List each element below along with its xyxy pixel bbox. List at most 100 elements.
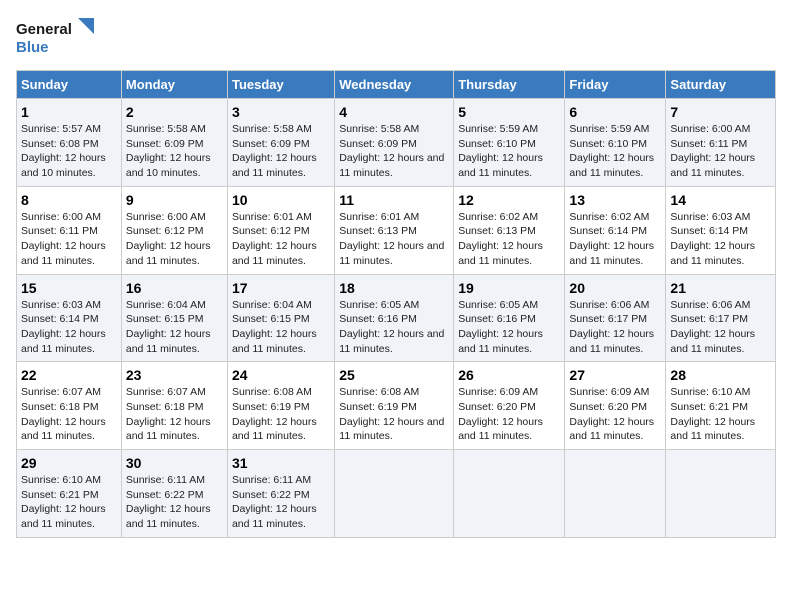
day-number: 12	[458, 192, 560, 208]
logo-svg: General Blue	[16, 16, 96, 60]
day-info: Sunrise: 6:01 AMSunset: 6:13 PMDaylight:…	[339, 211, 444, 267]
day-number: 16	[126, 280, 223, 296]
calendar-day-cell: 22 Sunrise: 6:07 AMSunset: 6:18 PMDaylig…	[17, 362, 122, 450]
calendar-day-cell	[666, 450, 776, 538]
day-number: 10	[232, 192, 330, 208]
calendar-day-cell: 10 Sunrise: 6:01 AMSunset: 6:12 PMDaylig…	[227, 186, 334, 274]
day-info: Sunrise: 5:58 AMSunset: 6:09 PMDaylight:…	[126, 123, 211, 179]
calendar-day-cell	[454, 450, 565, 538]
day-info: Sunrise: 6:11 AMSunset: 6:22 PMDaylight:…	[126, 474, 211, 530]
day-info: Sunrise: 6:07 AMSunset: 6:18 PMDaylight:…	[126, 386, 211, 442]
calendar-table: SundayMondayTuesdayWednesdayThursdayFrid…	[16, 70, 776, 538]
weekday-header-cell: Thursday	[454, 71, 565, 99]
day-info: Sunrise: 6:08 AMSunset: 6:19 PMDaylight:…	[232, 386, 317, 442]
day-number: 31	[232, 455, 330, 471]
weekday-header-cell: Friday	[565, 71, 666, 99]
day-info: Sunrise: 6:00 AMSunset: 6:11 PMDaylight:…	[670, 123, 755, 179]
calendar-day-cell: 27 Sunrise: 6:09 AMSunset: 6:20 PMDaylig…	[565, 362, 666, 450]
day-info: Sunrise: 6:08 AMSunset: 6:19 PMDaylight:…	[339, 386, 444, 442]
header: General Blue	[16, 16, 776, 60]
calendar-week-row: 8 Sunrise: 6:00 AMSunset: 6:11 PMDayligh…	[17, 186, 776, 274]
calendar-week-row: 29 Sunrise: 6:10 AMSunset: 6:21 PMDaylig…	[17, 450, 776, 538]
day-info: Sunrise: 6:10 AMSunset: 6:21 PMDaylight:…	[21, 474, 106, 530]
calendar-day-cell: 14 Sunrise: 6:03 AMSunset: 6:14 PMDaylig…	[666, 186, 776, 274]
day-number: 28	[670, 367, 771, 383]
calendar-day-cell: 1 Sunrise: 5:57 AMSunset: 6:08 PMDayligh…	[17, 99, 122, 187]
day-info: Sunrise: 6:03 AMSunset: 6:14 PMDaylight:…	[21, 299, 106, 355]
calendar-day-cell: 13 Sunrise: 6:02 AMSunset: 6:14 PMDaylig…	[565, 186, 666, 274]
day-number: 9	[126, 192, 223, 208]
weekday-header-cell: Wednesday	[335, 71, 454, 99]
day-number: 23	[126, 367, 223, 383]
day-number: 15	[21, 280, 117, 296]
day-number: 19	[458, 280, 560, 296]
calendar-day-cell: 5 Sunrise: 5:59 AMSunset: 6:10 PMDayligh…	[454, 99, 565, 187]
day-number: 22	[21, 367, 117, 383]
weekday-header-cell: Sunday	[17, 71, 122, 99]
day-number: 29	[21, 455, 117, 471]
day-info: Sunrise: 5:59 AMSunset: 6:10 PMDaylight:…	[458, 123, 543, 179]
day-info: Sunrise: 6:00 AMSunset: 6:11 PMDaylight:…	[21, 211, 106, 267]
calendar-day-cell: 21 Sunrise: 6:06 AMSunset: 6:17 PMDaylig…	[666, 274, 776, 362]
calendar-body: 1 Sunrise: 5:57 AMSunset: 6:08 PMDayligh…	[17, 99, 776, 538]
calendar-day-cell: 3 Sunrise: 5:58 AMSunset: 6:09 PMDayligh…	[227, 99, 334, 187]
weekday-header-cell: Monday	[121, 71, 227, 99]
day-info: Sunrise: 6:10 AMSunset: 6:21 PMDaylight:…	[670, 386, 755, 442]
day-info: Sunrise: 6:06 AMSunset: 6:17 PMDaylight:…	[670, 299, 755, 355]
weekday-header-cell: Saturday	[666, 71, 776, 99]
day-number: 2	[126, 104, 223, 120]
day-info: Sunrise: 6:04 AMSunset: 6:15 PMDaylight:…	[232, 299, 317, 355]
day-info: Sunrise: 6:02 AMSunset: 6:13 PMDaylight:…	[458, 211, 543, 267]
calendar-week-row: 22 Sunrise: 6:07 AMSunset: 6:18 PMDaylig…	[17, 362, 776, 450]
calendar-week-row: 1 Sunrise: 5:57 AMSunset: 6:08 PMDayligh…	[17, 99, 776, 187]
calendar-day-cell: 29 Sunrise: 6:10 AMSunset: 6:21 PMDaylig…	[17, 450, 122, 538]
day-info: Sunrise: 5:58 AMSunset: 6:09 PMDaylight:…	[232, 123, 317, 179]
day-number: 18	[339, 280, 449, 296]
day-number: 24	[232, 367, 330, 383]
day-number: 27	[569, 367, 661, 383]
day-number: 26	[458, 367, 560, 383]
weekday-header-cell: Tuesday	[227, 71, 334, 99]
logo: General Blue	[16, 16, 96, 60]
day-info: Sunrise: 6:01 AMSunset: 6:12 PMDaylight:…	[232, 211, 317, 267]
day-number: 17	[232, 280, 330, 296]
day-number: 4	[339, 104, 449, 120]
day-number: 6	[569, 104, 661, 120]
calendar-day-cell: 8 Sunrise: 6:00 AMSunset: 6:11 PMDayligh…	[17, 186, 122, 274]
calendar-day-cell: 12 Sunrise: 6:02 AMSunset: 6:13 PMDaylig…	[454, 186, 565, 274]
calendar-day-cell: 20 Sunrise: 6:06 AMSunset: 6:17 PMDaylig…	[565, 274, 666, 362]
day-number: 20	[569, 280, 661, 296]
day-number: 30	[126, 455, 223, 471]
calendar-day-cell: 6 Sunrise: 5:59 AMSunset: 6:10 PMDayligh…	[565, 99, 666, 187]
calendar-day-cell: 16 Sunrise: 6:04 AMSunset: 6:15 PMDaylig…	[121, 274, 227, 362]
svg-text:Blue: Blue	[16, 39, 49, 56]
calendar-day-cell: 28 Sunrise: 6:10 AMSunset: 6:21 PMDaylig…	[666, 362, 776, 450]
day-info: Sunrise: 5:59 AMSunset: 6:10 PMDaylight:…	[569, 123, 654, 179]
day-info: Sunrise: 6:03 AMSunset: 6:14 PMDaylight:…	[670, 211, 755, 267]
calendar-day-cell: 9 Sunrise: 6:00 AMSunset: 6:12 PMDayligh…	[121, 186, 227, 274]
day-info: Sunrise: 5:57 AMSunset: 6:08 PMDaylight:…	[21, 123, 106, 179]
day-info: Sunrise: 6:11 AMSunset: 6:22 PMDaylight:…	[232, 474, 317, 530]
calendar-day-cell	[565, 450, 666, 538]
day-info: Sunrise: 6:02 AMSunset: 6:14 PMDaylight:…	[569, 211, 654, 267]
day-number: 13	[569, 192, 661, 208]
day-info: Sunrise: 6:04 AMSunset: 6:15 PMDaylight:…	[126, 299, 211, 355]
calendar-day-cell: 11 Sunrise: 6:01 AMSunset: 6:13 PMDaylig…	[335, 186, 454, 274]
calendar-day-cell: 25 Sunrise: 6:08 AMSunset: 6:19 PMDaylig…	[335, 362, 454, 450]
calendar-day-cell: 4 Sunrise: 5:58 AMSunset: 6:09 PMDayligh…	[335, 99, 454, 187]
day-number: 11	[339, 192, 449, 208]
day-info: Sunrise: 6:05 AMSunset: 6:16 PMDaylight:…	[339, 299, 444, 355]
calendar-day-cell: 23 Sunrise: 6:07 AMSunset: 6:18 PMDaylig…	[121, 362, 227, 450]
calendar-week-row: 15 Sunrise: 6:03 AMSunset: 6:14 PMDaylig…	[17, 274, 776, 362]
svg-text:General: General	[16, 21, 72, 38]
day-info: Sunrise: 5:58 AMSunset: 6:09 PMDaylight:…	[339, 123, 444, 179]
day-info: Sunrise: 6:07 AMSunset: 6:18 PMDaylight:…	[21, 386, 106, 442]
calendar-day-cell: 30 Sunrise: 6:11 AMSunset: 6:22 PMDaylig…	[121, 450, 227, 538]
calendar-day-cell: 2 Sunrise: 5:58 AMSunset: 6:09 PMDayligh…	[121, 99, 227, 187]
calendar-day-cell: 24 Sunrise: 6:08 AMSunset: 6:19 PMDaylig…	[227, 362, 334, 450]
day-info: Sunrise: 6:06 AMSunset: 6:17 PMDaylight:…	[569, 299, 654, 355]
calendar-day-cell: 26 Sunrise: 6:09 AMSunset: 6:20 PMDaylig…	[454, 362, 565, 450]
day-number: 25	[339, 367, 449, 383]
calendar-day-cell: 31 Sunrise: 6:11 AMSunset: 6:22 PMDaylig…	[227, 450, 334, 538]
day-number: 3	[232, 104, 330, 120]
